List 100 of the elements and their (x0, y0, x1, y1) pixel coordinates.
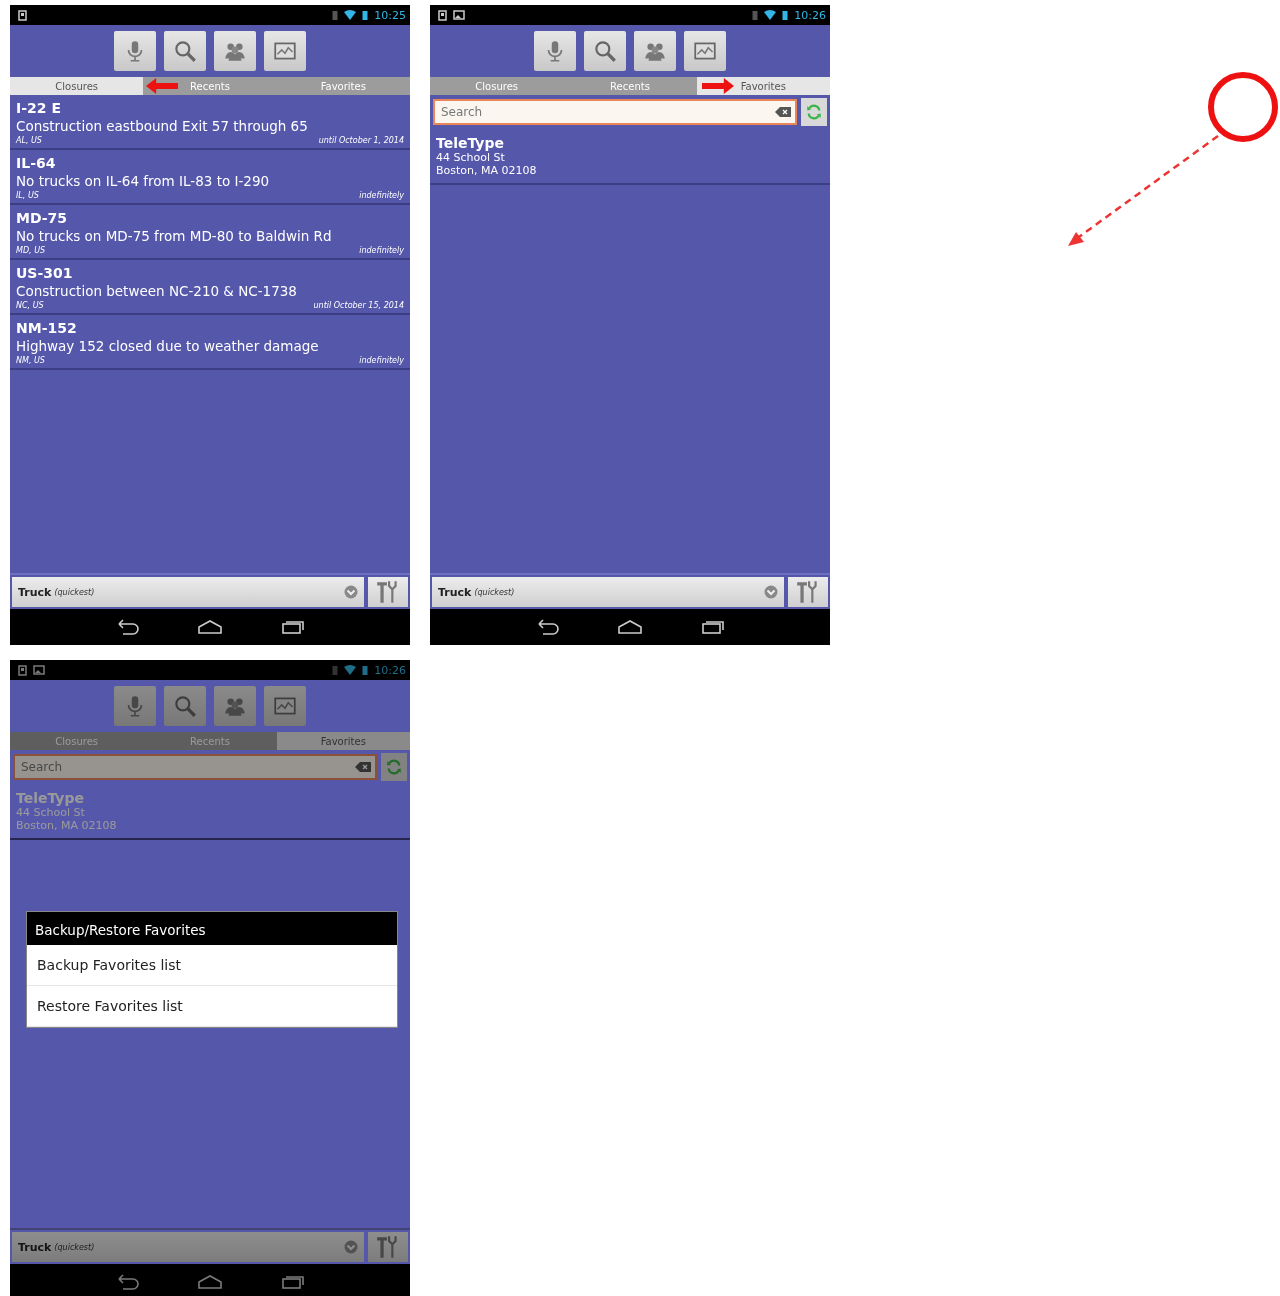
microphone-button[interactable] (114, 686, 156, 726)
pointer-arrow-icon (146, 78, 178, 94)
clock: 10:26 (374, 663, 406, 677)
dropdown-icon (344, 1240, 358, 1254)
microphone-button[interactable] (114, 31, 156, 71)
people-button[interactable] (634, 31, 676, 71)
closure-item[interactable]: I-22 E Construction eastbound Exit 57 through 65 AL, US until October 1, 2014 (10, 95, 410, 150)
home-icon (197, 1274, 223, 1290)
route-mode-dropdown[interactable]: Truck (quickest) (12, 577, 364, 607)
region-label: NC, US (16, 301, 44, 310)
duration-label: until October 1, 2014 (318, 136, 404, 145)
back-icon (535, 619, 559, 635)
duration-label: indefinitely (359, 246, 404, 255)
recent-apps-icon (281, 619, 305, 635)
back-icon (115, 1274, 139, 1290)
image-icon (33, 665, 45, 675)
tools-button[interactable] (368, 577, 408, 607)
closure-description: No trucks on MD-75 from MD-80 to Baldwin Rd (16, 228, 333, 244)
people-button[interactable] (214, 686, 256, 726)
road-name: NM-152 (16, 320, 78, 336)
region-label: AL, US (16, 136, 42, 145)
pointer-arrow-icon (702, 78, 734, 94)
region-label: IL, US (16, 191, 39, 200)
wifi-icon (344, 10, 357, 20)
closure-description: No trucks on IL-64 from IL-83 to I-290 (16, 173, 271, 189)
tools-button[interactable] (368, 1232, 408, 1262)
duration-label: indefinitely (359, 191, 404, 200)
region-label: MD, US (16, 246, 46, 255)
recent-apps-button[interactable] (281, 619, 305, 635)
road-name: IL-64 (16, 155, 57, 171)
street-address: 44 School St (16, 806, 86, 819)
battery-saver-icon (752, 10, 759, 20)
search-icon (172, 38, 198, 64)
wifi-icon (344, 665, 357, 675)
duration-label: until October 15, 2014 (313, 301, 404, 310)
device-icon (438, 9, 447, 21)
tab[interactable]: Favorites (696, 77, 830, 95)
road-name: US-301 (16, 265, 74, 281)
recent-apps-button[interactable] (281, 1274, 305, 1290)
device-icon (18, 664, 27, 676)
search-button[interactable] (164, 686, 206, 726)
tab[interactable]: Closures (10, 77, 144, 95)
back-button[interactable] (115, 619, 139, 635)
road-name: I-22 E (16, 100, 62, 116)
home-icon (197, 619, 223, 635)
search-field[interactable]: Search (433, 99, 797, 125)
route-mode-dropdown[interactable]: Truck (quickest) (12, 1232, 364, 1262)
tab[interactable]: Favorites (276, 732, 410, 750)
closure-item[interactable]: IL-64 No trucks on IL-64 from IL-83 to I-290 IL, US indefinitely (10, 150, 410, 205)
closure-item[interactable]: NM-152 Highway 152 closed due to weather damage NM, US indefinitely (10, 315, 410, 370)
refresh-icon (385, 758, 403, 776)
place-name: TeleType (436, 135, 505, 151)
microphone-button[interactable] (534, 31, 576, 71)
battery-icon (362, 665, 369, 675)
circle-marker (1208, 72, 1278, 142)
recent-apps-icon (701, 619, 725, 635)
battery-saver-icon (332, 10, 339, 20)
refresh-icon (805, 103, 823, 121)
back-icon (115, 619, 139, 635)
battery-icon (362, 10, 369, 20)
battery-icon (782, 10, 789, 20)
search-button[interactable] (584, 31, 626, 71)
home-icon (617, 619, 643, 635)
tools-button[interactable] (788, 577, 828, 607)
clock: 10:25 (374, 8, 406, 22)
image-icon (453, 10, 465, 20)
clock: 10:26 (794, 8, 826, 22)
closure-description: Construction eastbound Exit 57 through 65 (16, 118, 309, 134)
street-address: 44 School St (436, 151, 506, 164)
dropdown-icon (344, 585, 358, 599)
search-field[interactable]: Search (13, 754, 377, 780)
search-icon (592, 38, 618, 64)
dropdown-icon (764, 585, 778, 599)
place-name: TeleType (16, 790, 85, 806)
home-button[interactable] (617, 619, 643, 635)
route-mode-dropdown[interactable]: Truck (quickest) (432, 577, 784, 607)
region-label: NM, US (16, 356, 45, 365)
closure-item[interactable]: MD-75 No trucks on MD-75 from MD-80 to Baldwin Rd MD, US indefinitely (10, 205, 410, 260)
city-address: Boston, MA 02108 (16, 819, 118, 832)
city-address: Boston, MA 02108 (436, 164, 538, 177)
road-name: MD-75 (16, 210, 69, 226)
closure-description: Construction between NC-210 & NC-1738 (16, 283, 298, 299)
device-icon (18, 9, 27, 21)
back-button[interactable] (535, 619, 559, 635)
duration-label: indefinitely (359, 356, 404, 365)
recent-apps-icon (281, 1274, 305, 1290)
people-button[interactable] (214, 31, 256, 71)
home-button[interactable] (197, 619, 223, 635)
closure-item[interactable]: US-301 Construction between NC-210 & NC-1738 NC, US until October 15, 2014 (10, 260, 410, 315)
favorite-item[interactable]: TeleType 44 School St Boston, MA 02108 (430, 129, 830, 185)
dialog-title: Backup/Restore Favorites (27, 912, 397, 945)
recent-apps-button[interactable] (701, 619, 725, 635)
wifi-icon (764, 10, 777, 20)
search-button[interactable] (164, 31, 206, 71)
search-icon (172, 693, 198, 719)
refresh-button[interactable] (801, 98, 827, 126)
clear-text-icon (775, 107, 791, 117)
closure-description: Highway 152 closed due to weather damage (16, 338, 320, 354)
battery-saver-icon (332, 665, 339, 675)
clear-text-icon (355, 762, 371, 772)
